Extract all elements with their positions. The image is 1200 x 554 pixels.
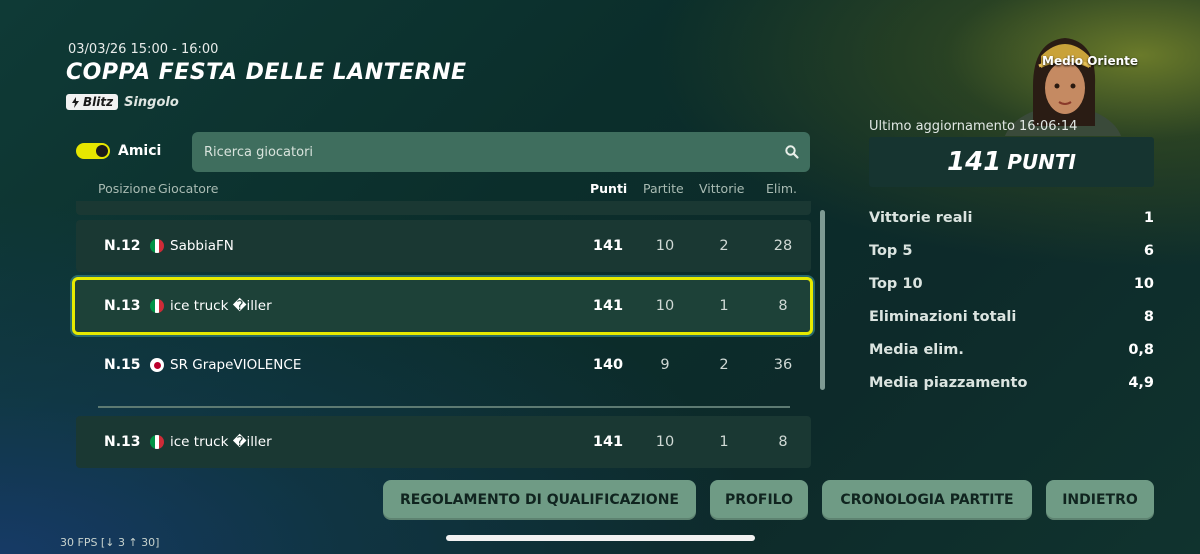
fps-counter: 30 FPS [↓ 3 ↑ 30] [60,536,160,549]
japan-flag-icon [150,358,164,372]
row-elims: 8 [778,298,788,314]
match-history-button[interactable]: CRONOLOGIA PARTITE [822,480,1032,520]
scrollbar[interactable] [820,210,825,390]
header-wins[interactable]: Vittorie [699,181,745,196]
stat-label: Vittorie reali [869,210,973,226]
row-matches: 10 [655,238,675,254]
blitz-badge: Blitz [66,94,119,110]
italy-flag-icon [150,299,164,313]
row-wins: 2 [719,357,729,373]
rules-button[interactable]: REGOLAMENTO DI QUALIFICAZIONE [383,480,696,520]
header-elims[interactable]: Elim. [766,181,797,196]
lightning-icon [72,96,79,108]
player-name: SabbiaFN [170,238,234,254]
leaderboard-row[interactable]: N.12 SabbiaFN 141 10 2 28 [76,220,811,272]
stat-label: Media elim. [869,342,964,358]
row-wins: 2 [719,238,729,254]
italy-flag-icon [150,435,164,449]
row-elims: 36 [773,357,793,373]
stat-row: Vittorie reali 1 [869,210,1154,226]
stat-value: 4,9 [1128,375,1154,391]
leaderboard-row-partial [76,201,811,215]
row-elims: 8 [778,434,788,450]
header-points[interactable]: Punti [590,181,627,196]
row-points: 141 [592,434,624,450]
stat-label: Top 5 [869,243,913,259]
stat-value: 8 [1143,309,1154,325]
row-position: N.15 [104,357,141,373]
stat-row: Top 5 6 [869,243,1154,259]
profile-button[interactable]: PROFILO [710,480,808,520]
leaderboard-row[interactable]: N.15 SR GrapeVIOLENCE 140 9 2 36 [76,339,811,391]
row-matches: 9 [660,357,670,373]
stat-row: Media elim. 0,8 [869,342,1154,358]
player-name: ice truck �iller [170,434,272,450]
row-matches: 10 [655,298,675,314]
row-player: SabbiaFN [150,238,234,254]
back-button[interactable]: INDIETRO [1046,480,1154,520]
stat-value: 0,8 [1128,342,1154,358]
points-total: 141 PUNTI [869,137,1154,187]
stat-row: Media piazzamento 4,9 [869,375,1154,391]
stat-row: Top 10 10 [869,276,1154,292]
row-position: N.13 [104,298,141,314]
row-player: ice truck �iller [150,298,272,314]
row-elims: 28 [773,238,793,254]
row-position: N.13 [104,434,141,450]
event-mode: Blitz Singolo [66,94,179,110]
player-search[interactable] [192,132,810,172]
friends-filter[interactable]: Amici [76,143,161,159]
stat-label: Media piazzamento [869,375,1028,391]
row-player: SR GrapeVIOLENCE [150,357,301,373]
row-points: 141 [592,238,624,254]
toggle-knob [96,145,108,157]
stat-value: 1 [1143,210,1154,226]
stat-value: 6 [1143,243,1154,259]
friends-label: Amici [118,143,162,159]
stat-label: Top 10 [869,276,923,292]
row-points: 141 [592,298,624,314]
region-label: Medio Oriente [1042,54,1138,68]
stat-row: Eliminazioni totali 8 [869,309,1154,325]
stat-label: Eliminazioni totali [869,309,1017,325]
row-wins: 1 [719,434,729,450]
search-icon[interactable] [784,144,800,160]
player-name: SR GrapeVIOLENCE [170,357,302,373]
blitz-label: Blitz [83,95,114,109]
stat-value: 10 [1133,276,1154,292]
event-date: 03/03/26 15:00 - 16:00 [68,42,219,57]
divider [98,406,790,408]
home-indicator[interactable] [446,535,755,541]
header-player[interactable]: Giocatore [158,181,218,196]
row-wins: 1 [719,298,729,314]
row-position: N.12 [104,238,141,254]
mode-type: Singolo [124,94,179,110]
italy-flag-icon [150,239,164,253]
header-position[interactable]: Posizione [98,181,156,196]
leaderboard-row-selected[interactable]: N.13 ice truck �iller 141 10 1 8 [72,277,813,335]
header-matches[interactable]: Partite [643,181,684,196]
search-input[interactable] [202,143,784,161]
row-points: 140 [592,357,624,373]
event-title: COPPA FESTA DELLE LANTERNE [66,60,467,85]
points-label: PUNTI [1007,150,1076,174]
row-matches: 10 [655,434,675,450]
row-player: ice truck �iller [150,434,272,450]
last-update: Ultimo aggiornamento 16:06:14 [869,119,1078,134]
player-name: ice truck �iller [170,298,272,314]
points-value: 141 [946,147,1002,177]
friends-toggle[interactable] [76,143,110,159]
self-row[interactable]: N.13 ice truck �iller 141 10 1 8 [76,416,811,468]
